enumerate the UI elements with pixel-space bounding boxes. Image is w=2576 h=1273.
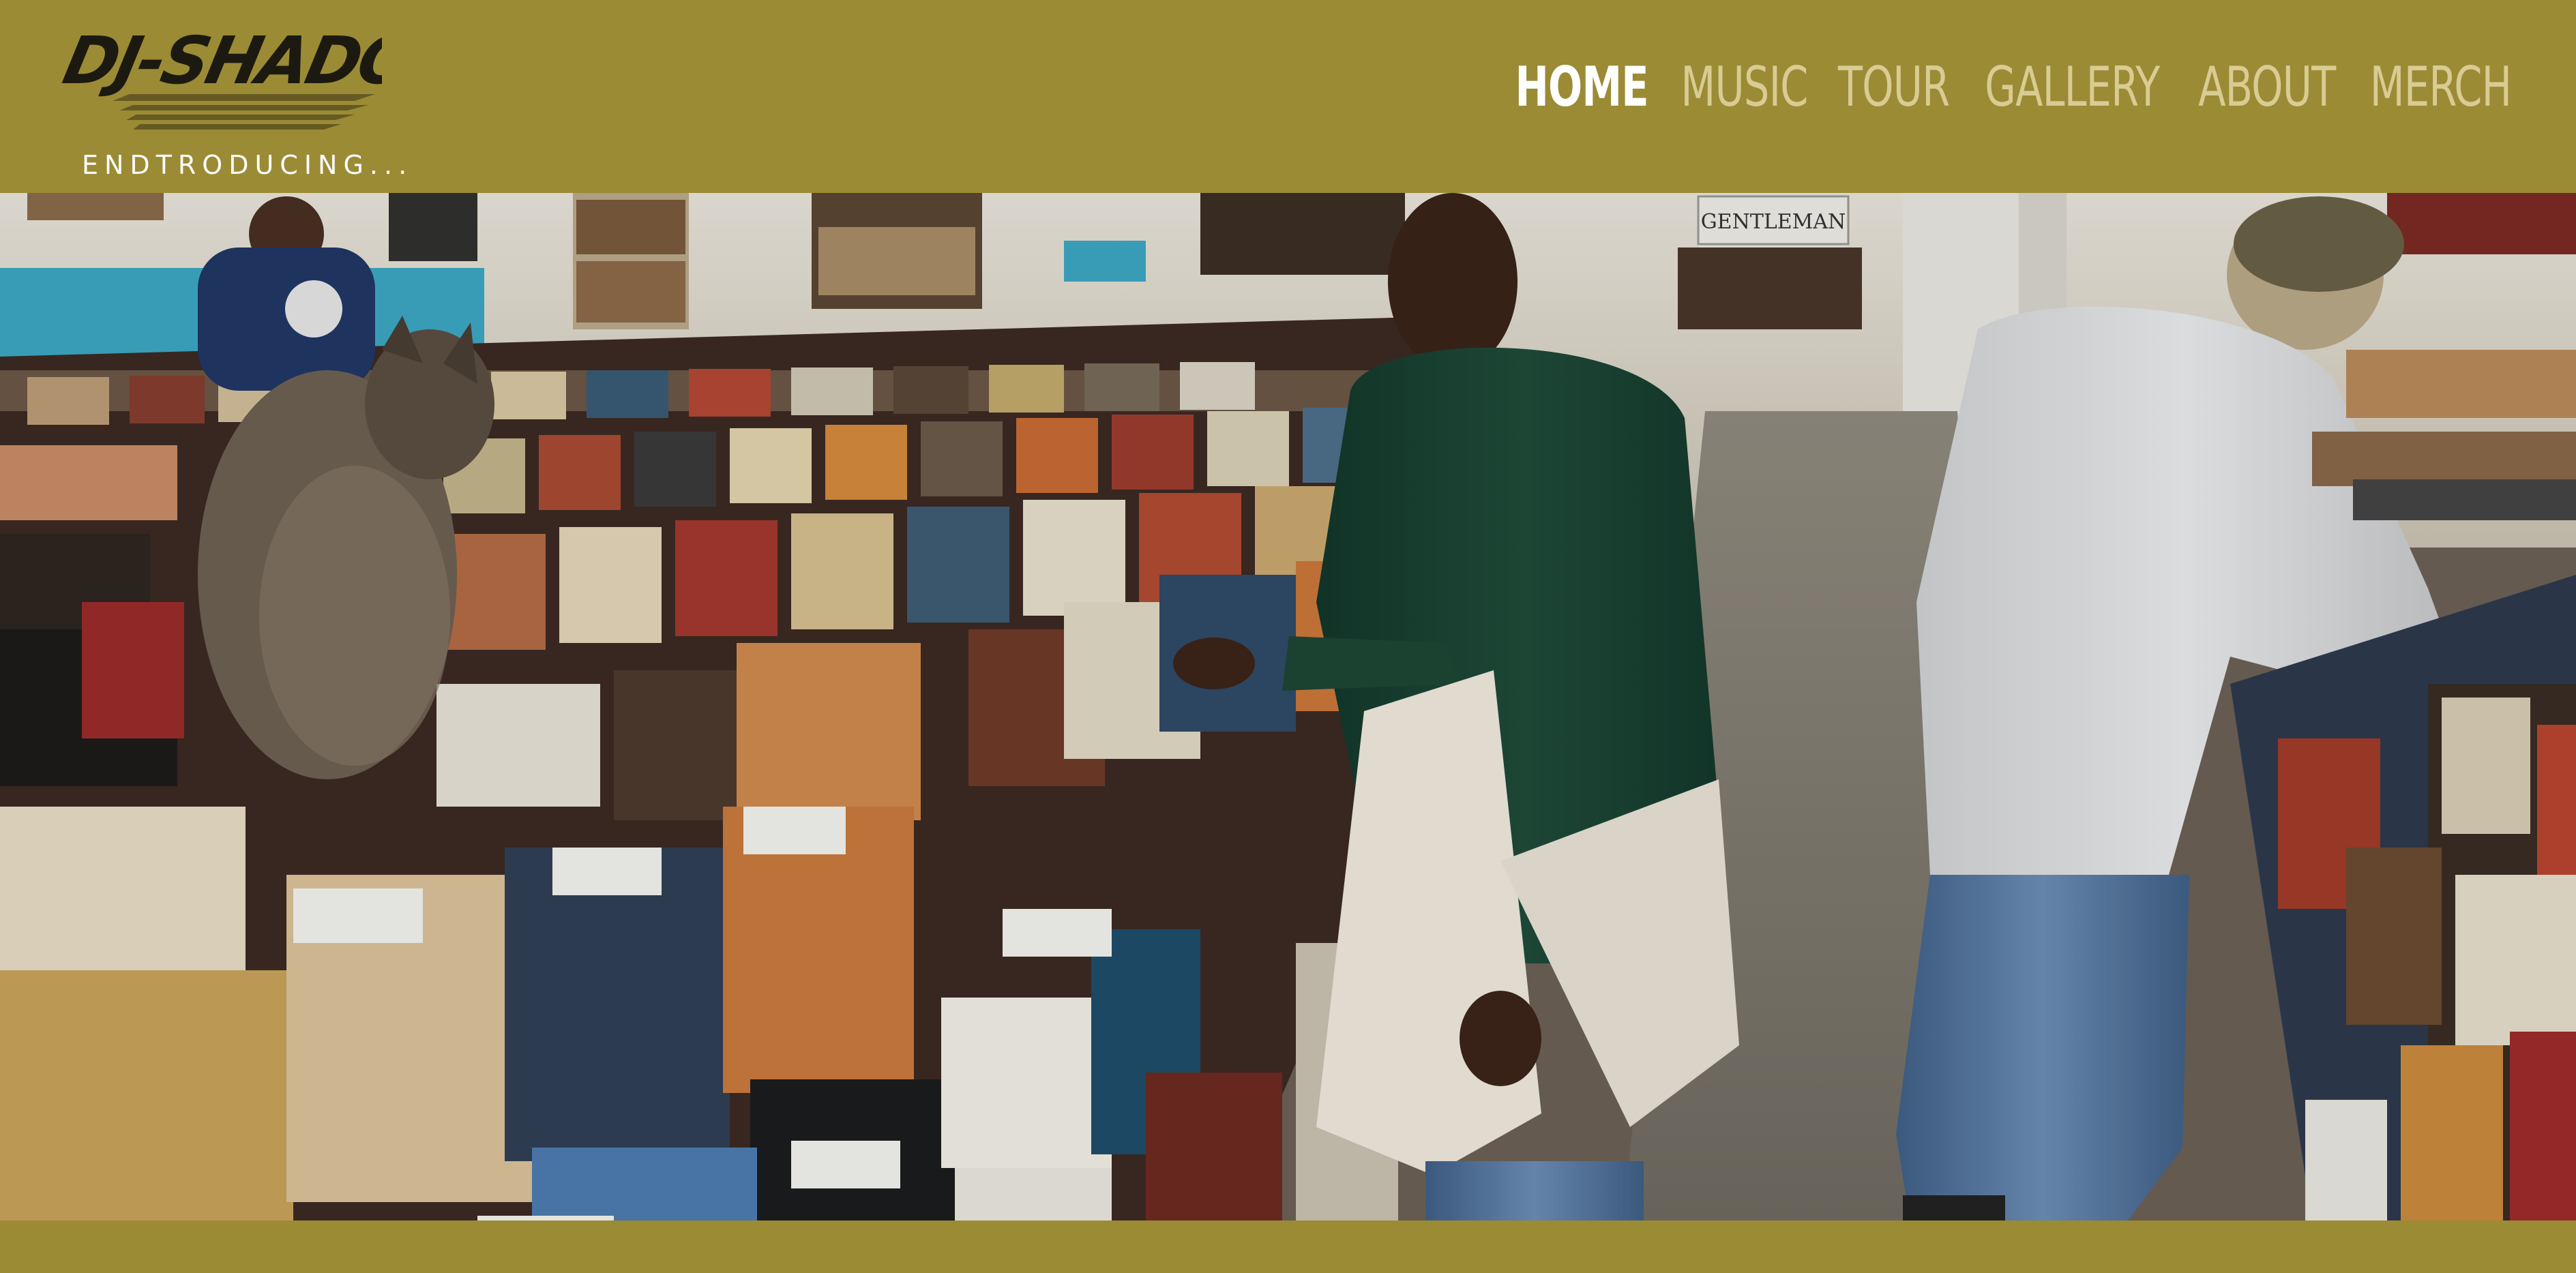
nav-merch[interactable]: MERCH (2370, 53, 2512, 121)
nav-tour[interactable]: TOUR (1838, 53, 1950, 121)
footer-strip (0, 1220, 2576, 1273)
nav-gallery[interactable]: GALLERY (1985, 53, 2160, 121)
logo-mark: DJ-SHADOW (57, 23, 382, 130)
main-nav: HOME MUSIC TOUR GALLERY ABOUT MERCH (1515, 53, 2512, 121)
nav-music[interactable]: MUSIC (1681, 53, 1808, 121)
logo-tagline: ENDTRODUCING... (82, 150, 413, 180)
site-header: DJ-SHADOW ENDTRODUCING... HOME MUSIC TOU… (0, 0, 2576, 193)
nav-home[interactable]: HOME (1515, 53, 1648, 121)
nav-about[interactable]: ABOUT (2198, 53, 2336, 121)
hero-image: GENTLEMAN (0, 193, 2576, 1220)
site-logo[interactable]: DJ-SHADOW ENDTRODUCING... (55, 20, 407, 180)
hero-photo: GENTLEMAN (0, 193, 2576, 1220)
logo-wordmark: DJ-SHADOW (57, 23, 382, 99)
